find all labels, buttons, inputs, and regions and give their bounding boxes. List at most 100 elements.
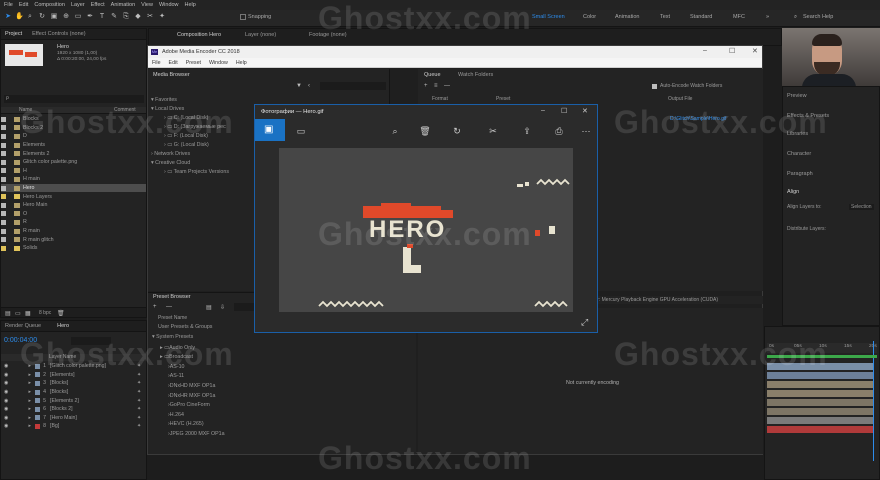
eraser-tool-icon[interactable]: ◆ — [134, 13, 142, 21]
menu-item-effect[interactable]: Effect — [91, 2, 105, 8]
visibility-eye-icon[interactable]: ◉ — [4, 380, 9, 386]
project-item[interactable]: D — [1, 132, 146, 141]
tab-render-queue[interactable]: Render Queue — [5, 323, 41, 329]
project-item[interactable]: Solids — [1, 244, 146, 253]
expand-chevron-icon[interactable]: ▸ — [29, 363, 32, 369]
label-color-swatch[interactable] — [1, 228, 6, 234]
favorites-label[interactable]: ▾ Favorites — [151, 97, 177, 103]
workspace-text[interactable]: Text — [660, 14, 670, 20]
ame-menu-edit[interactable]: Edit — [169, 60, 178, 66]
clone-tool-icon[interactable]: ⎘ — [122, 13, 130, 21]
pen-tool-icon[interactable]: ✒ — [86, 13, 94, 21]
menu-item-animation[interactable]: Animation — [111, 2, 135, 8]
track-bar[interactable] — [767, 372, 873, 379]
layer-color-swatch[interactable] — [35, 415, 41, 421]
layer-row[interactable]: ◉ ▸ 6 [Blocks 2] ✦ — [1, 405, 146, 414]
preset-item[interactable]: › AS-11 — [148, 372, 184, 381]
filter-icon[interactable]: ▼ — [296, 83, 302, 89]
preset-item[interactable]: › JPEG 2000 MXF OP1a — [148, 429, 225, 438]
project-item[interactable]: Elements 2 — [1, 149, 146, 158]
project-item[interactable]: Blocks — [1, 115, 146, 124]
layer-color-swatch[interactable] — [35, 423, 41, 429]
panel-libraries[interactable]: Libraries — [787, 131, 808, 137]
layer-row[interactable]: ◉ ▸ 8 [Bg] ✦ — [1, 422, 146, 431]
label-color-swatch[interactable] — [1, 211, 6, 217]
playhead[interactable] — [873, 341, 874, 461]
shy-icon[interactable]: ✦ — [137, 380, 141, 386]
project-item[interactable]: H — [1, 167, 146, 176]
interpret-footage-icon[interactable]: ▤ — [5, 310, 11, 317]
project-item[interactable]: Blocks 2 — [1, 124, 146, 133]
shy-icon[interactable]: ✦ — [137, 372, 141, 378]
timeline-search-input[interactable] — [71, 337, 111, 345]
preset-item[interactable]: ▸ ▭ Broadcast — [148, 353, 193, 362]
col-name[interactable]: Name — [19, 107, 32, 113]
project-item[interactable]: Hero Layers — [1, 192, 146, 201]
visibility-eye-icon[interactable]: ◉ — [4, 415, 9, 421]
brush-tool-icon[interactable]: ✎ — [110, 13, 118, 21]
project-item[interactable]: Elements — [1, 141, 146, 150]
expand-chevron-icon[interactable]: ▸ — [29, 389, 32, 395]
network-drives-label[interactable]: › Network Drives — [151, 151, 190, 157]
label-color-swatch[interactable] — [1, 245, 6, 251]
remove-preset-icon[interactable]: — — [166, 304, 172, 310]
shy-icon[interactable]: ✦ — [137, 363, 141, 369]
workspace-animation[interactable]: Animation — [615, 14, 639, 20]
track-bar[interactable] — [767, 426, 873, 433]
preset-item[interactable]: › GoPro CineForm — [148, 401, 210, 410]
menu-item-composition[interactable]: Composition — [34, 2, 65, 8]
layer-row[interactable]: ◉ ▸ 1 [Glitch color palette.png] ✦ — [1, 362, 146, 371]
layer-color-swatch[interactable] — [35, 363, 41, 369]
panel-paragraph[interactable]: Paragraph — [787, 171, 813, 177]
tab-footage[interactable]: Footage (none) — [309, 32, 347, 38]
label-color-swatch[interactable] — [1, 176, 6, 182]
label-color-swatch[interactable] — [1, 202, 6, 208]
project-item[interactable]: Hero — [1, 183, 146, 193]
photos-close-button[interactable]: ✕ — [582, 107, 588, 115]
type-tool-icon[interactable]: T — [98, 13, 106, 21]
system-presets-label[interactable]: ▾ System Presets — [152, 334, 193, 340]
project-item[interactable]: Hero Main — [1, 201, 146, 210]
ame-menu-file[interactable]: File — [152, 60, 161, 66]
visibility-eye-icon[interactable]: ◉ — [4, 389, 9, 395]
track-bar[interactable] — [767, 363, 873, 370]
settings-icon[interactable]: ≡ — [434, 83, 438, 89]
photos-minimize-button[interactable]: – — [541, 107, 545, 114]
delete-icon[interactable]: 🗑 — [419, 125, 431, 137]
visibility-eye-icon[interactable]: ◉ — [4, 363, 9, 369]
project-item[interactable]: R main — [1, 227, 146, 236]
remove-icon[interactable]: — — [444, 83, 450, 89]
label-color-swatch[interactable] — [1, 194, 6, 200]
see-all-photos-button[interactable]: ▣ — [255, 119, 285, 141]
project-item[interactable]: R main glitch — [1, 235, 146, 244]
import-icon[interactable]: ⇩ — [220, 304, 225, 311]
project-search-input[interactable]: ρ — [4, 95, 144, 103]
menu-item-help[interactable]: Help — [185, 2, 196, 8]
preset-item[interactable]: › DNxHD MXF OP1a — [148, 381, 215, 390]
project-item[interactable]: R — [1, 218, 146, 227]
user-presets-label[interactable]: User Presets & Groups — [158, 324, 212, 330]
work-area-bar[interactable] — [767, 355, 877, 358]
shy-icon[interactable]: ✦ — [137, 423, 141, 429]
layer-color-swatch[interactable] — [35, 380, 41, 386]
layer-color-swatch[interactable] — [35, 406, 41, 412]
add-source-icon[interactable]: + — [424, 83, 428, 89]
team-projects-label[interactable]: › ▭ Team Projects Versions — [164, 169, 229, 175]
expand-chevron-icon[interactable]: ▸ — [29, 398, 32, 404]
menu-item-file[interactable]: File — [4, 2, 13, 8]
visibility-eye-icon[interactable]: ◉ — [4, 406, 9, 412]
ame-menu-preset[interactable]: Preset — [186, 60, 201, 66]
puppet-tool-icon[interactable]: ✦ — [158, 13, 166, 21]
layer-color-swatch[interactable] — [35, 389, 41, 395]
ame-menu-help[interactable]: Help — [236, 60, 247, 66]
shy-icon[interactable]: ✦ — [137, 415, 141, 421]
shy-icon[interactable]: ✦ — [137, 398, 141, 404]
label-color-swatch[interactable] — [1, 142, 6, 148]
layer-row[interactable]: ◉ ▸ 5 [Elements 2] ✦ — [1, 396, 146, 405]
project-item[interactable]: O — [1, 210, 146, 219]
menu-item-edit[interactable]: Edit — [19, 2, 28, 8]
preset-item[interactable]: › H.264 — [148, 410, 184, 419]
project-item[interactable]: Glitch color palette.png — [1, 158, 146, 167]
rectangle-tool-icon[interactable]: ▭ — [74, 13, 82, 21]
zoom-icon[interactable]: ⌕ — [389, 125, 401, 137]
